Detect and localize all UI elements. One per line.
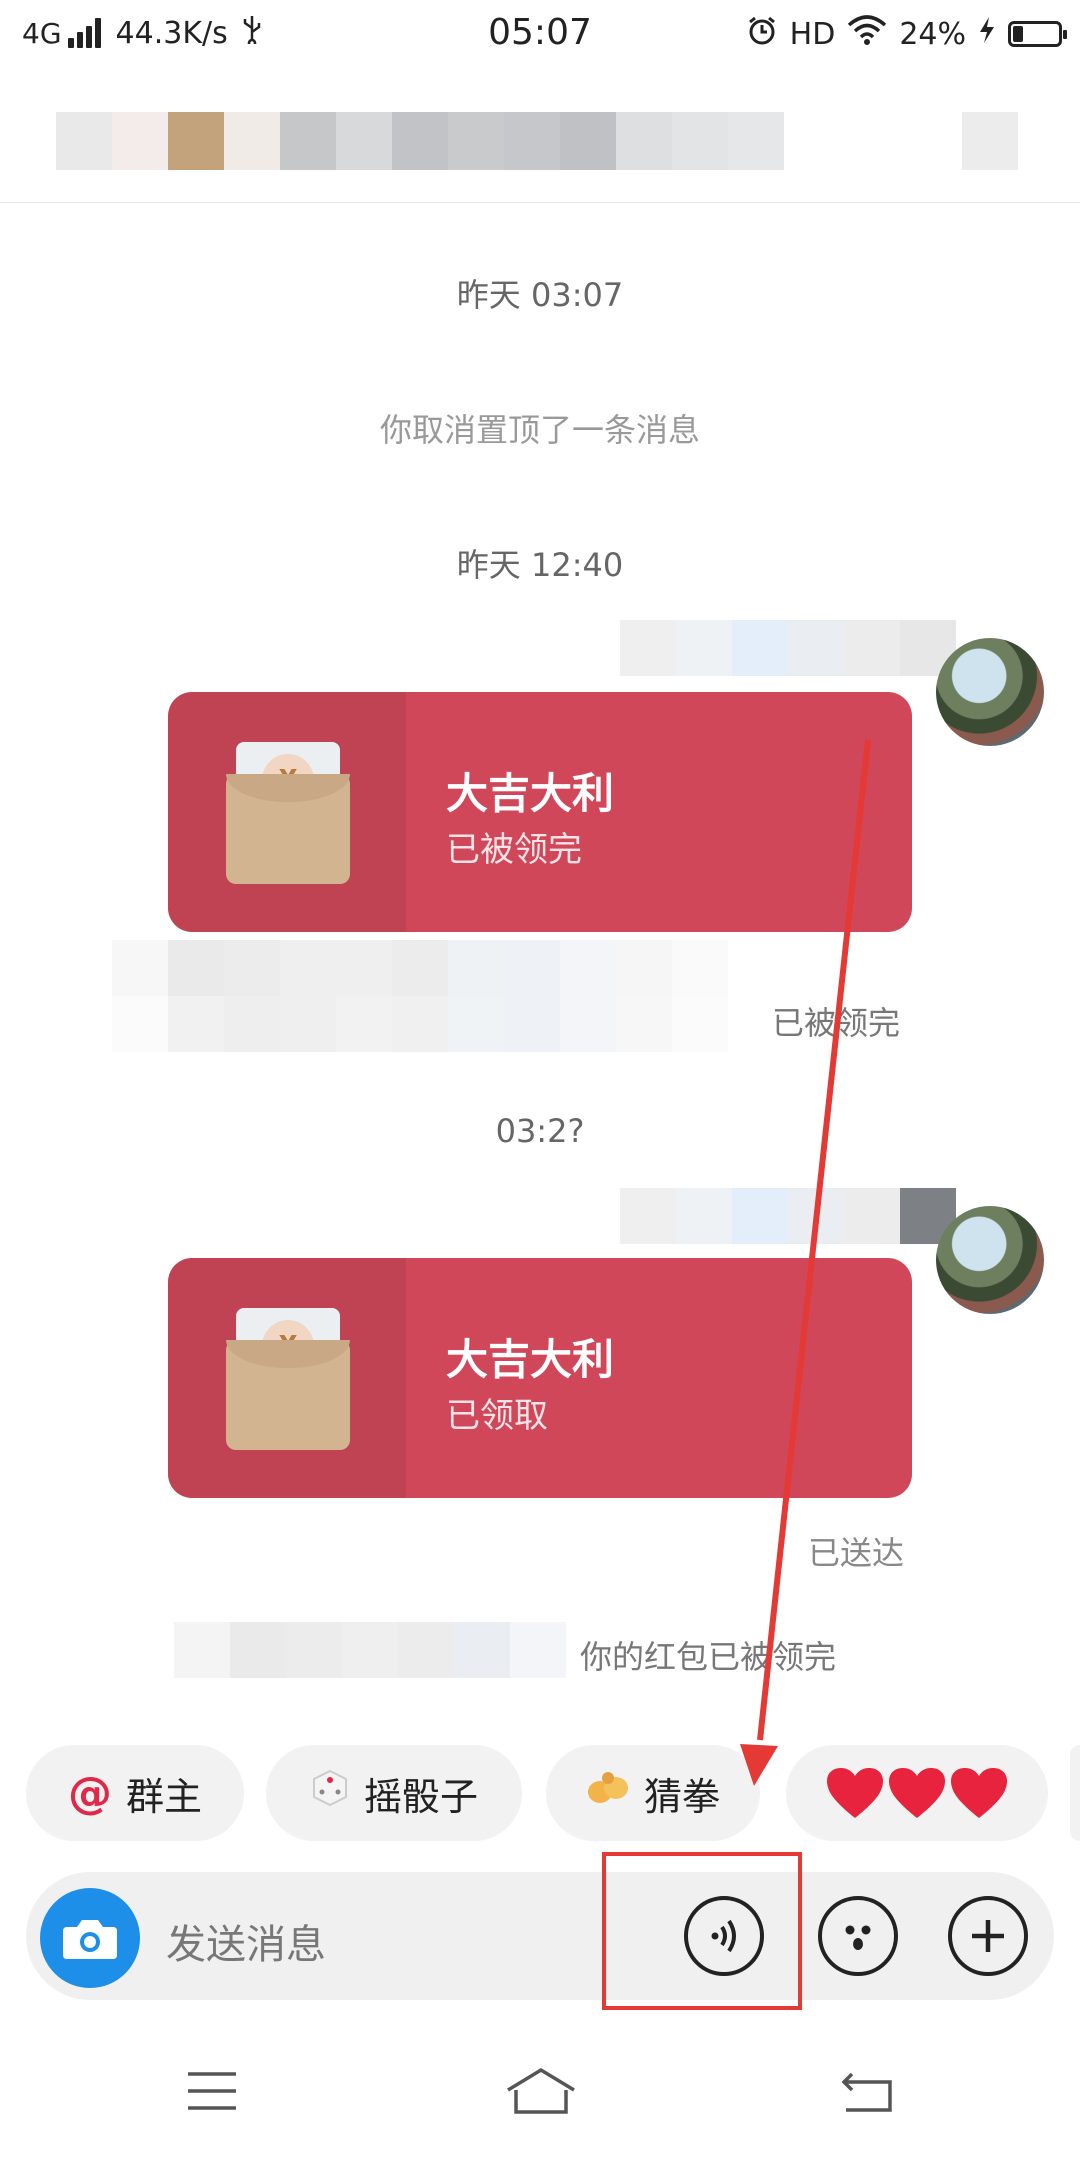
status-right: HD 24%: [734, 14, 1067, 54]
back-icon: [841, 2072, 892, 2112]
red-packet-title: 大吉大利: [446, 1335, 615, 1384]
obscured-notice-text: [112, 940, 728, 1052]
wifi-icon: [847, 15, 887, 53]
plus-icon: [972, 1920, 1004, 1952]
notice-text-suffix: 你的红包已被领完: [580, 1638, 837, 1676]
avatar[interactable]: [936, 1206, 1044, 1314]
timestamp: 03:2?: [495, 1112, 585, 1150]
charging-icon: [978, 16, 996, 52]
chat-header: [0, 72, 1080, 203]
message-input[interactable]: 发送消息: [166, 1912, 326, 1970]
chip-mention-owner[interactable]: @ 群主: [26, 1745, 244, 1841]
menu-nav-button[interactable]: [186, 2070, 238, 2116]
chip-more-partial[interactable]: [1070, 1745, 1080, 1841]
obscured-sender-name: [620, 620, 956, 676]
status-bar: 4G 44.3K/s 05:07 HD 24%: [0, 0, 1080, 72]
at-icon: @: [67, 1767, 112, 1819]
chip-hearts[interactable]: [786, 1745, 1048, 1841]
back-nav-button[interactable]: [841, 2070, 894, 2118]
chip-label: 摇骰子: [363, 1774, 478, 1819]
red-packet-status: 已被领完: [446, 830, 582, 870]
obscured-notice-text: [174, 1622, 566, 1678]
chip-rock-paper-scissors[interactable]: 猜拳: [546, 1745, 760, 1841]
hd-badge: HD: [789, 16, 836, 52]
dice-icon: [310, 1768, 350, 1818]
red-packet-message[interactable]: ¥ 大吉大利 已领取: [168, 1258, 912, 1498]
chip-label: 群主: [125, 1774, 202, 1819]
battery-icon: [1008, 21, 1067, 47]
alarm-icon: [746, 14, 778, 54]
system-message: 你取消置顶了一条消息: [379, 411, 700, 449]
red-packet-message[interactable]: ¥ 大吉大利 已被领完: [168, 692, 912, 932]
annotation-highlight-box: [602, 1852, 802, 2010]
more-button[interactable]: [948, 1896, 1028, 1976]
emoji-button[interactable]: [818, 1896, 898, 1976]
red-packet-status: 已领取: [446, 1396, 548, 1436]
home-icon: [507, 2067, 575, 2114]
red-packet-title: 大吉大利: [446, 769, 615, 818]
emoji-icon: [845, 1925, 871, 1950]
red-envelope-icon: ¥: [226, 742, 350, 884]
obscured-title: [56, 112, 784, 170]
camera-button[interactable]: [40, 1888, 140, 1988]
notice-text-suffix: 已被领完: [772, 1004, 901, 1042]
fist-icon: [586, 1768, 630, 1818]
avatar[interactable]: [936, 638, 1044, 746]
red-envelope-icon: ¥: [226, 1308, 350, 1450]
menu-icon: [188, 2072, 236, 2110]
battery-percent: 24%: [899, 16, 966, 52]
chip-roll-dice[interactable]: 摇骰子: [266, 1745, 522, 1841]
obscured-header-right: [962, 112, 1018, 170]
timestamp: 昨天 03:07: [456, 276, 624, 314]
delivered-status: 已送达: [808, 1534, 905, 1572]
obscured-sender-name: [620, 1188, 956, 1244]
home-nav-button[interactable]: [506, 2066, 576, 2120]
hearts-icon: [825, 1766, 1009, 1820]
chip-label: 猜拳: [643, 1774, 720, 1819]
camera-icon: [63, 1920, 117, 1959]
timestamp: 昨天 12:40: [456, 546, 624, 584]
